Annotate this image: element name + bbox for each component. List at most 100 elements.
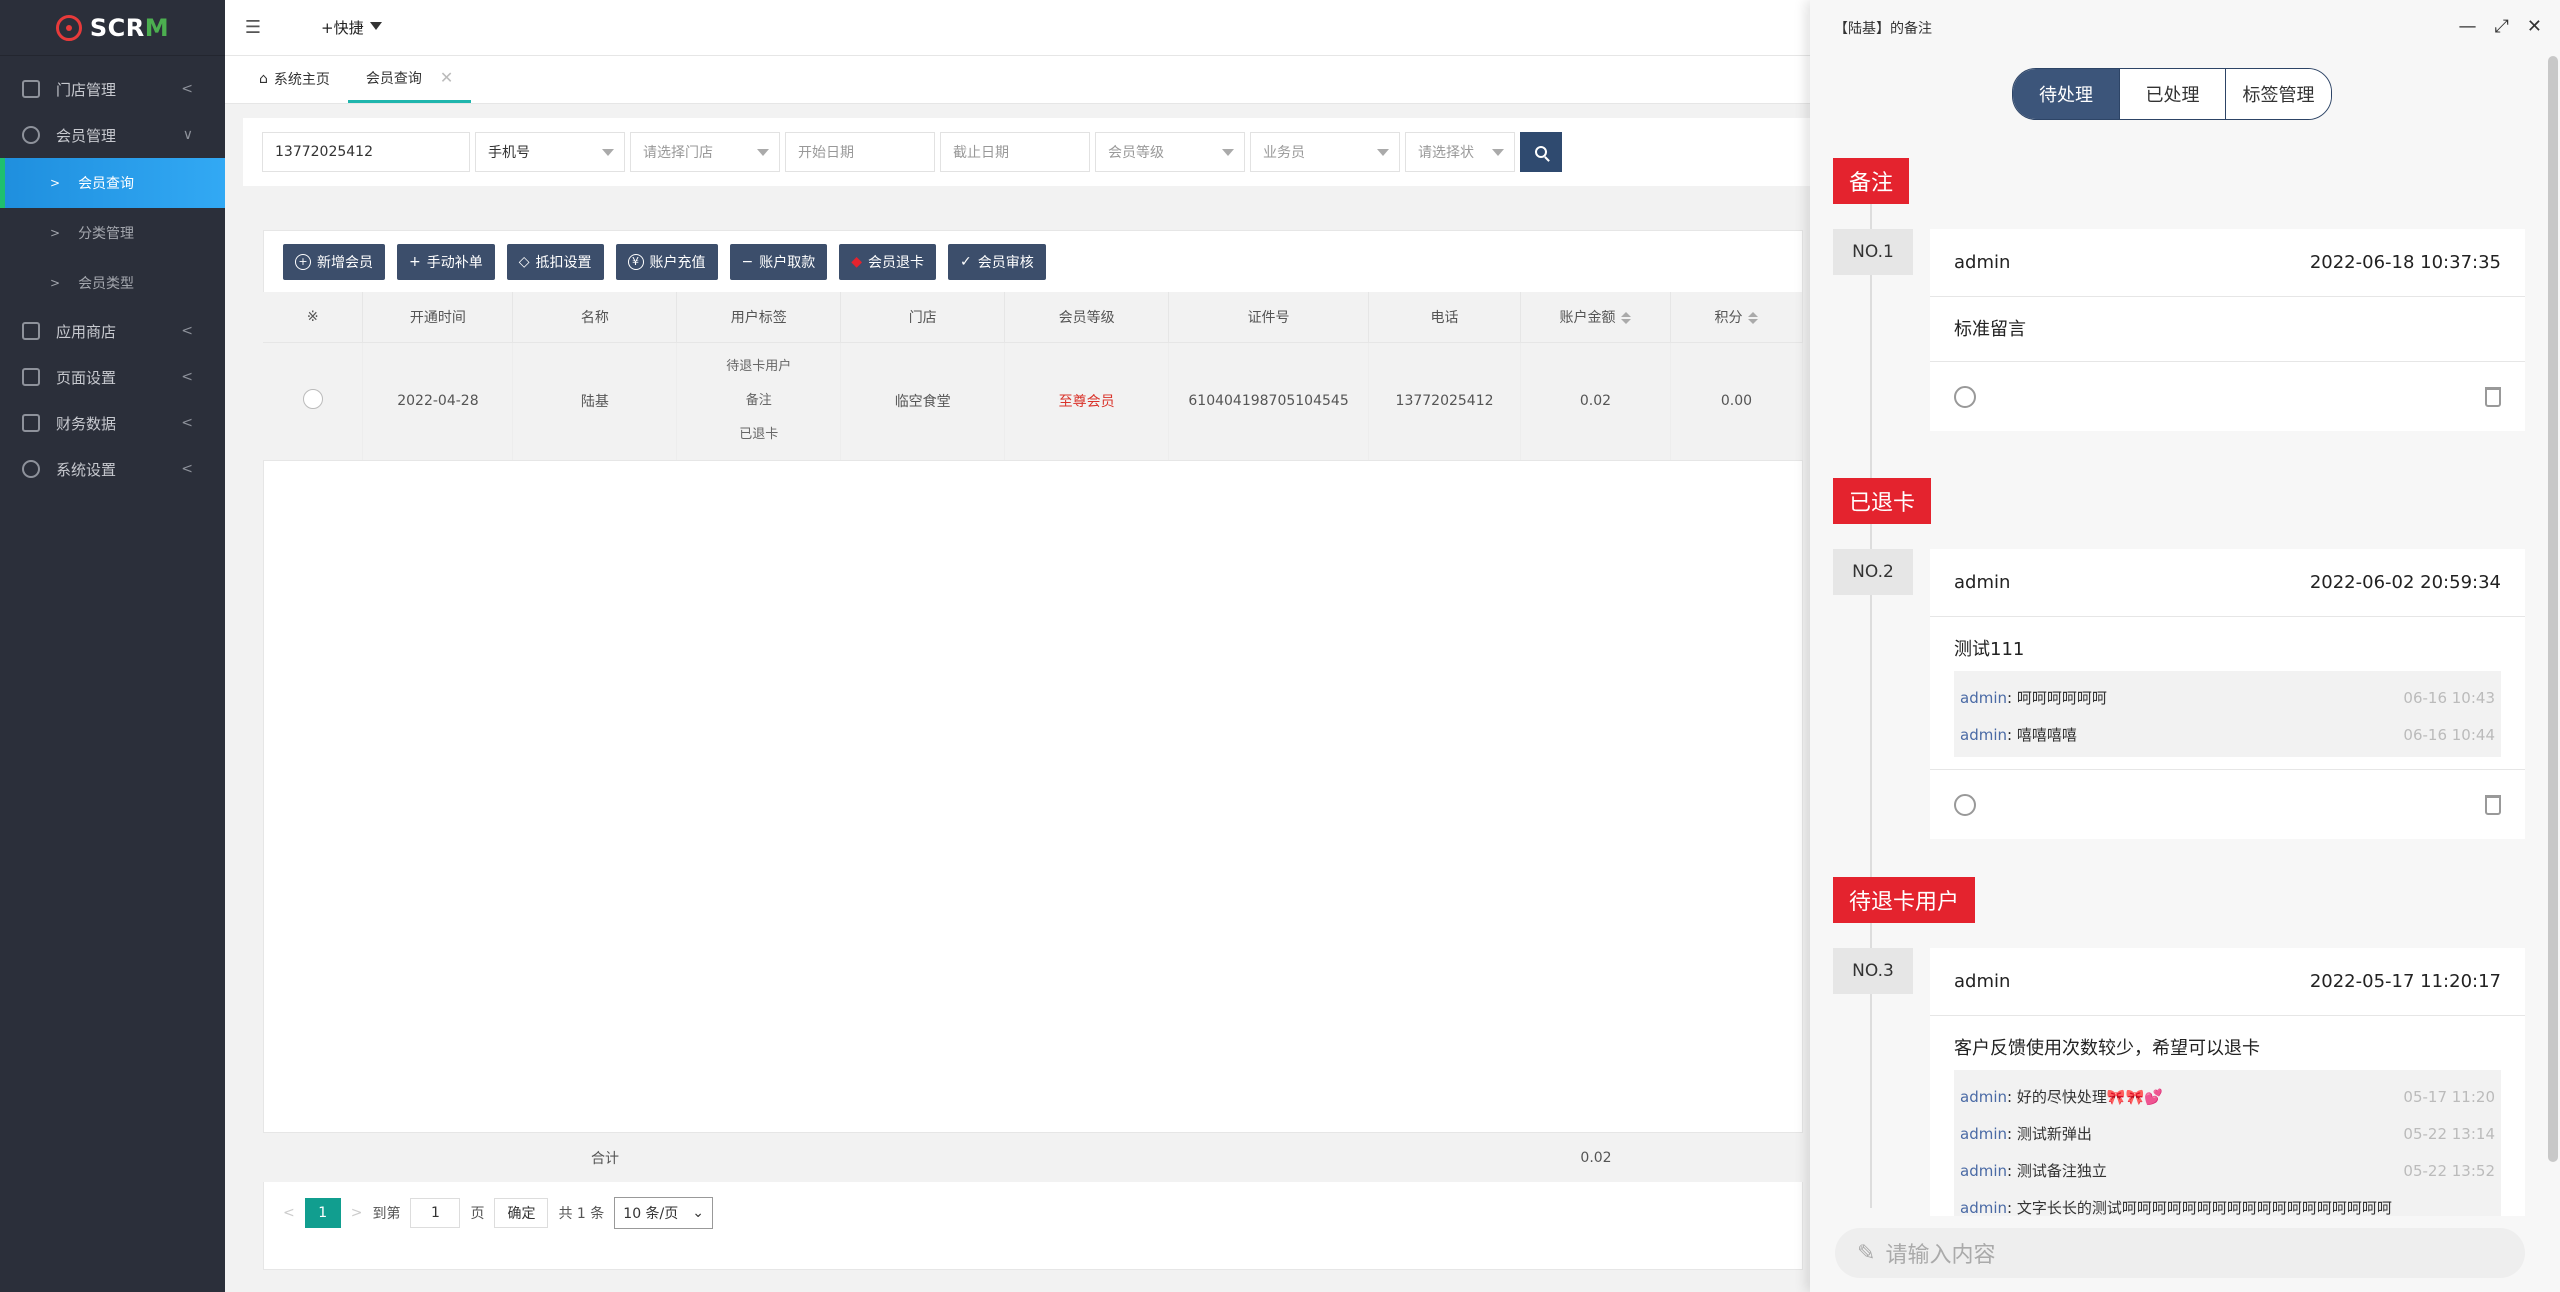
refund-card-button[interactable]: ◆ 会员退卡 — [839, 244, 937, 280]
reply-user: admin — [1960, 1088, 2007, 1106]
sort-icon[interactable] — [1748, 311, 1759, 324]
close-icon[interactable]: ✕ — [440, 68, 453, 87]
segment-pending[interactable]: 待处理 — [2013, 69, 2119, 119]
note-card: admin 2022-06-18 10:37:35 标准留言 — [1930, 229, 2525, 431]
recharge-button[interactable]: ¥ 账户充值 — [615, 244, 718, 280]
note-user: admin — [1954, 252, 2011, 273]
row-radio[interactable] — [302, 389, 323, 409]
chevron-left-icon: < — [181, 323, 193, 339]
chevron-left-icon: < — [181, 81, 193, 97]
cell-phone: 13772025412 — [1368, 342, 1522, 461]
sidebar-item-member[interactable]: 会员管理 ∨ — [0, 112, 225, 158]
cell-balance: 0.02 — [1520, 342, 1671, 461]
sidebar-item-finance[interactable]: 财务数据 < — [0, 400, 225, 446]
store-select[interactable]: 请选择门店 — [630, 132, 780, 172]
salesperson-select[interactable]: 业务员 — [1250, 132, 1400, 172]
app-logo[interactable]: SCRM — [0, 0, 225, 56]
sidebar-item-label: 系统设置 — [56, 460, 117, 479]
note-number: NO.2 — [1833, 549, 1913, 595]
level-select[interactable]: 会员等级 — [1095, 132, 1245, 172]
action-toolbar: + 新增会员 + 手动补单 ◇ 抵扣设置 ¥ 账户充值 − 账户取款 ◆ 会员退卡 ✓ 会员审… — [283, 244, 1046, 280]
button-label: 会员退卡 — [868, 255, 925, 271]
maximize-icon[interactable]: ⤢ — [2495, 16, 2509, 37]
phone-input[interactable]: 13772025412 — [262, 132, 470, 172]
note-group-tag: 备注 — [1833, 158, 1910, 204]
note-card: admin 2022-06-02 20:59:34 测试111 admin: 呵… — [1930, 549, 2525, 839]
note-content: 标准留言 — [1954, 319, 2026, 340]
sidebar-item-store[interactable]: 门店管理 < — [0, 66, 225, 112]
col-points[interactable]: 积分 — [1670, 292, 1804, 343]
col-label: 账户金额 — [1559, 309, 1616, 326]
next-page-icon[interactable]: > — [351, 1205, 363, 1221]
search-type-select[interactable]: 手机号 — [475, 132, 625, 172]
sidebar-item-page-settings[interactable]: 页面设置 < — [0, 354, 225, 400]
sidebar-subitem-member-query[interactable]: > 会员查询 — [0, 158, 225, 208]
col-phone: 电话 — [1368, 292, 1522, 343]
col-store: 门店 — [840, 292, 1006, 343]
button-label: 账户充值 — [649, 255, 706, 271]
table-row[interactable]: 2022-04-28 陆基 待退卡用户 备注 已退卡 临空食堂 至尊会员 610… — [263, 342, 1804, 461]
note-card-footer — [1930, 769, 2525, 839]
manual-order-button[interactable]: + 手动补单 — [397, 244, 495, 280]
review-button[interactable]: ✓ 会员审核 — [948, 244, 1046, 280]
sidebar-item-system[interactable]: 系统设置 < — [0, 446, 225, 492]
search-button[interactable] — [1520, 132, 1562, 172]
layout-icon — [22, 368, 40, 386]
quick-menu[interactable]: +快捷 — [321, 17, 382, 38]
minimize-icon[interactable]: — — [2459, 16, 2477, 37]
reply-item: admin: 测试新弹出 05-22 13:14 — [1960, 1124, 2495, 1144]
status-select[interactable]: 请选择状 — [1405, 132, 1515, 172]
close-icon[interactable]: ✕ — [2527, 16, 2542, 37]
drawer-scrollbar[interactable] — [2548, 56, 2558, 1162]
page-current[interactable]: 1 — [304, 1198, 341, 1228]
note-time: 2022-06-02 20:59:34 — [2309, 572, 2501, 593]
user-tag: 已退卡 — [739, 427, 779, 442]
cell-level: 至尊会员 — [1004, 342, 1170, 461]
reply-item: admin: 文字长长的测试呵呵呵呵呵呵呵呵呵呵呵呵呵呵呵呵呵呵 — [1960, 1199, 2392, 1216]
segment-done[interactable]: 已处理 — [2119, 69, 2225, 119]
drawer-controls: — ⤢ ✕ — [2459, 16, 2543, 37]
wallet-icon — [22, 414, 40, 432]
page-size-select[interactable]: 10 条/页 ⌄ — [614, 1197, 713, 1229]
sidebar-subitem-member-type[interactable]: > 会员类型 — [0, 258, 225, 308]
start-date-input[interactable]: 开始日期 — [785, 132, 935, 172]
sidebar-item-app-store[interactable]: 应用商店 < — [0, 308, 225, 354]
note-card: admin 2022-05-17 11:20:17 客户反馈使用次数较少，希望可… — [1930, 948, 2525, 1216]
col-select: ※ — [263, 292, 364, 343]
segment-tag-manage[interactable]: 标签管理 — [2225, 69, 2331, 119]
end-date-input[interactable]: 截止日期 — [940, 132, 1090, 172]
comment-icon[interactable] — [1954, 793, 1976, 816]
page-number-input[interactable]: 1 — [410, 1198, 461, 1228]
cell-id-no: 610404198705104545 — [1168, 342, 1370, 461]
page-tabs: ⌂ 系统主页 会员查询 ✕ — [225, 56, 1810, 104]
sort-icon[interactable] — [1621, 311, 1632, 324]
sum-balance: 0.02 — [1580, 1149, 1612, 1166]
trash-icon[interactable] — [2485, 386, 2501, 407]
withdraw-button[interactable]: − 账户取款 — [729, 244, 828, 280]
tab-home[interactable]: ⌂ 系统主页 — [241, 55, 348, 103]
note-number: NO.1 — [1833, 229, 1913, 275]
menu-toggle-icon[interactable]: ☰ — [225, 17, 281, 38]
sidebar-subitem-category[interactable]: > 分类管理 — [0, 208, 225, 258]
deduct-settings-button[interactable]: ◇ 抵扣设置 — [506, 244, 604, 280]
yen-icon: ¥ — [627, 254, 644, 270]
page-unit-label: 页 — [470, 1206, 485, 1222]
row-select[interactable] — [263, 342, 364, 461]
confirm-page-button[interactable]: 确定 — [494, 1198, 549, 1228]
col-balance[interactable]: 账户金额 — [1520, 292, 1671, 343]
trash-icon[interactable] — [2485, 794, 2501, 815]
select-value: 10 条/页 — [623, 1206, 679, 1222]
chevron-down-icon — [1222, 149, 1234, 156]
filter-bar: 13772025412 手机号 请选择门店 开始日期 截止日期 会员等级 业务员… — [243, 118, 1823, 186]
tab-member-query[interactable]: 会员查询 ✕ — [347, 55, 472, 103]
tab-label: 系统主页 — [273, 72, 330, 88]
prev-page-icon[interactable]: < — [283, 1205, 295, 1221]
note-content: 客户反馈使用次数较少，希望可以退卡 — [1954, 1038, 2260, 1059]
logo-mark-icon — [55, 14, 82, 41]
add-member-button[interactable]: + 新增会员 — [283, 244, 385, 280]
button-label: 会员审核 — [977, 255, 1034, 271]
comment-icon[interactable] — [1954, 385, 1976, 408]
note-input[interactable]: ✎ 请输入内容 — [1835, 1228, 2525, 1278]
col-label: 积分 — [1714, 309, 1743, 326]
reply-list: admin: 呵呵呵呵呵呵 06-16 10:43 admin: 嘻嘻嘻嘻 06-1… — [1954, 671, 2501, 757]
